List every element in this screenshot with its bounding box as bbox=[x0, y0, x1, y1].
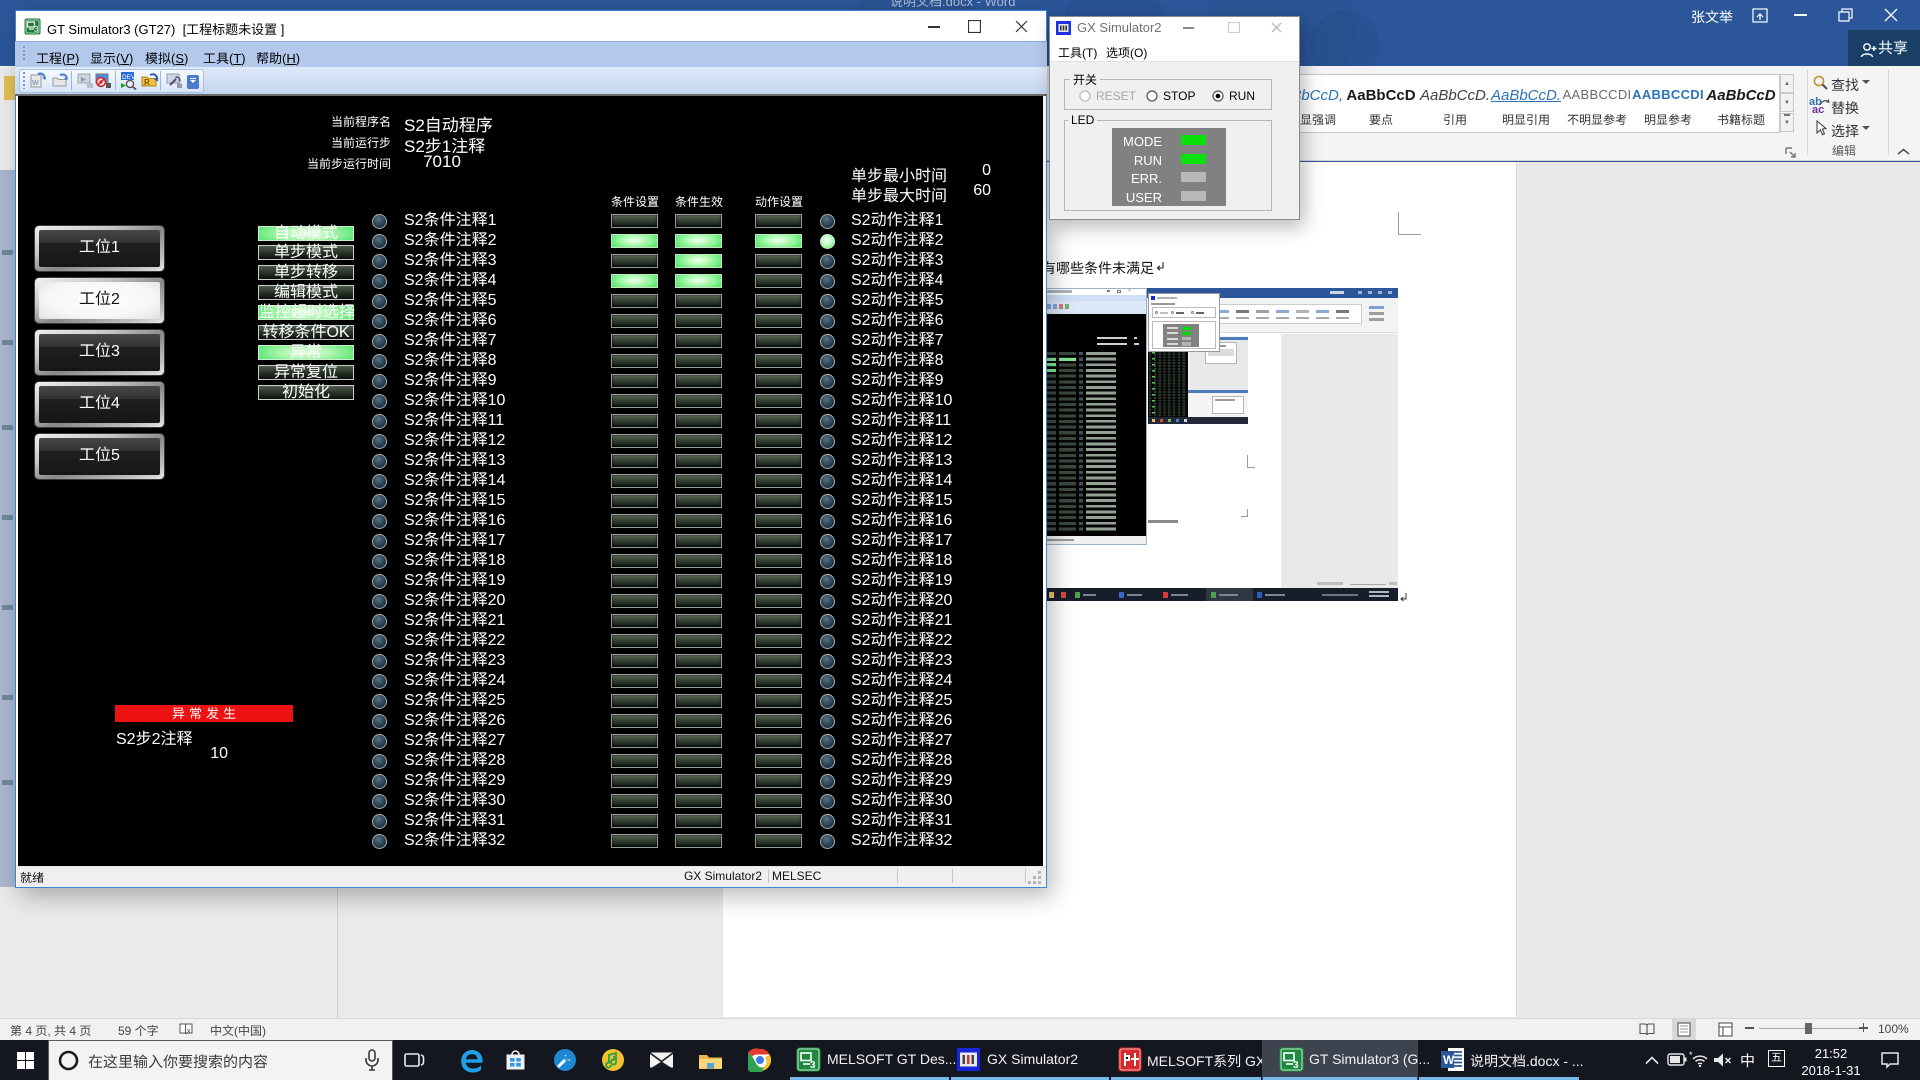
svg-text:3: 3 bbox=[34, 25, 39, 34]
svg-text:3: 3 bbox=[810, 1060, 816, 1071]
svg-text:*: * bbox=[1689, 1051, 1693, 1060]
svg-text:x: x bbox=[187, 1028, 191, 1035]
svg-text:W: W bbox=[1443, 1053, 1455, 1067]
svg-text:3: 3 bbox=[1293, 1060, 1299, 1071]
svg-text:W: W bbox=[32, 80, 39, 87]
svg-text:R: R bbox=[144, 78, 150, 87]
